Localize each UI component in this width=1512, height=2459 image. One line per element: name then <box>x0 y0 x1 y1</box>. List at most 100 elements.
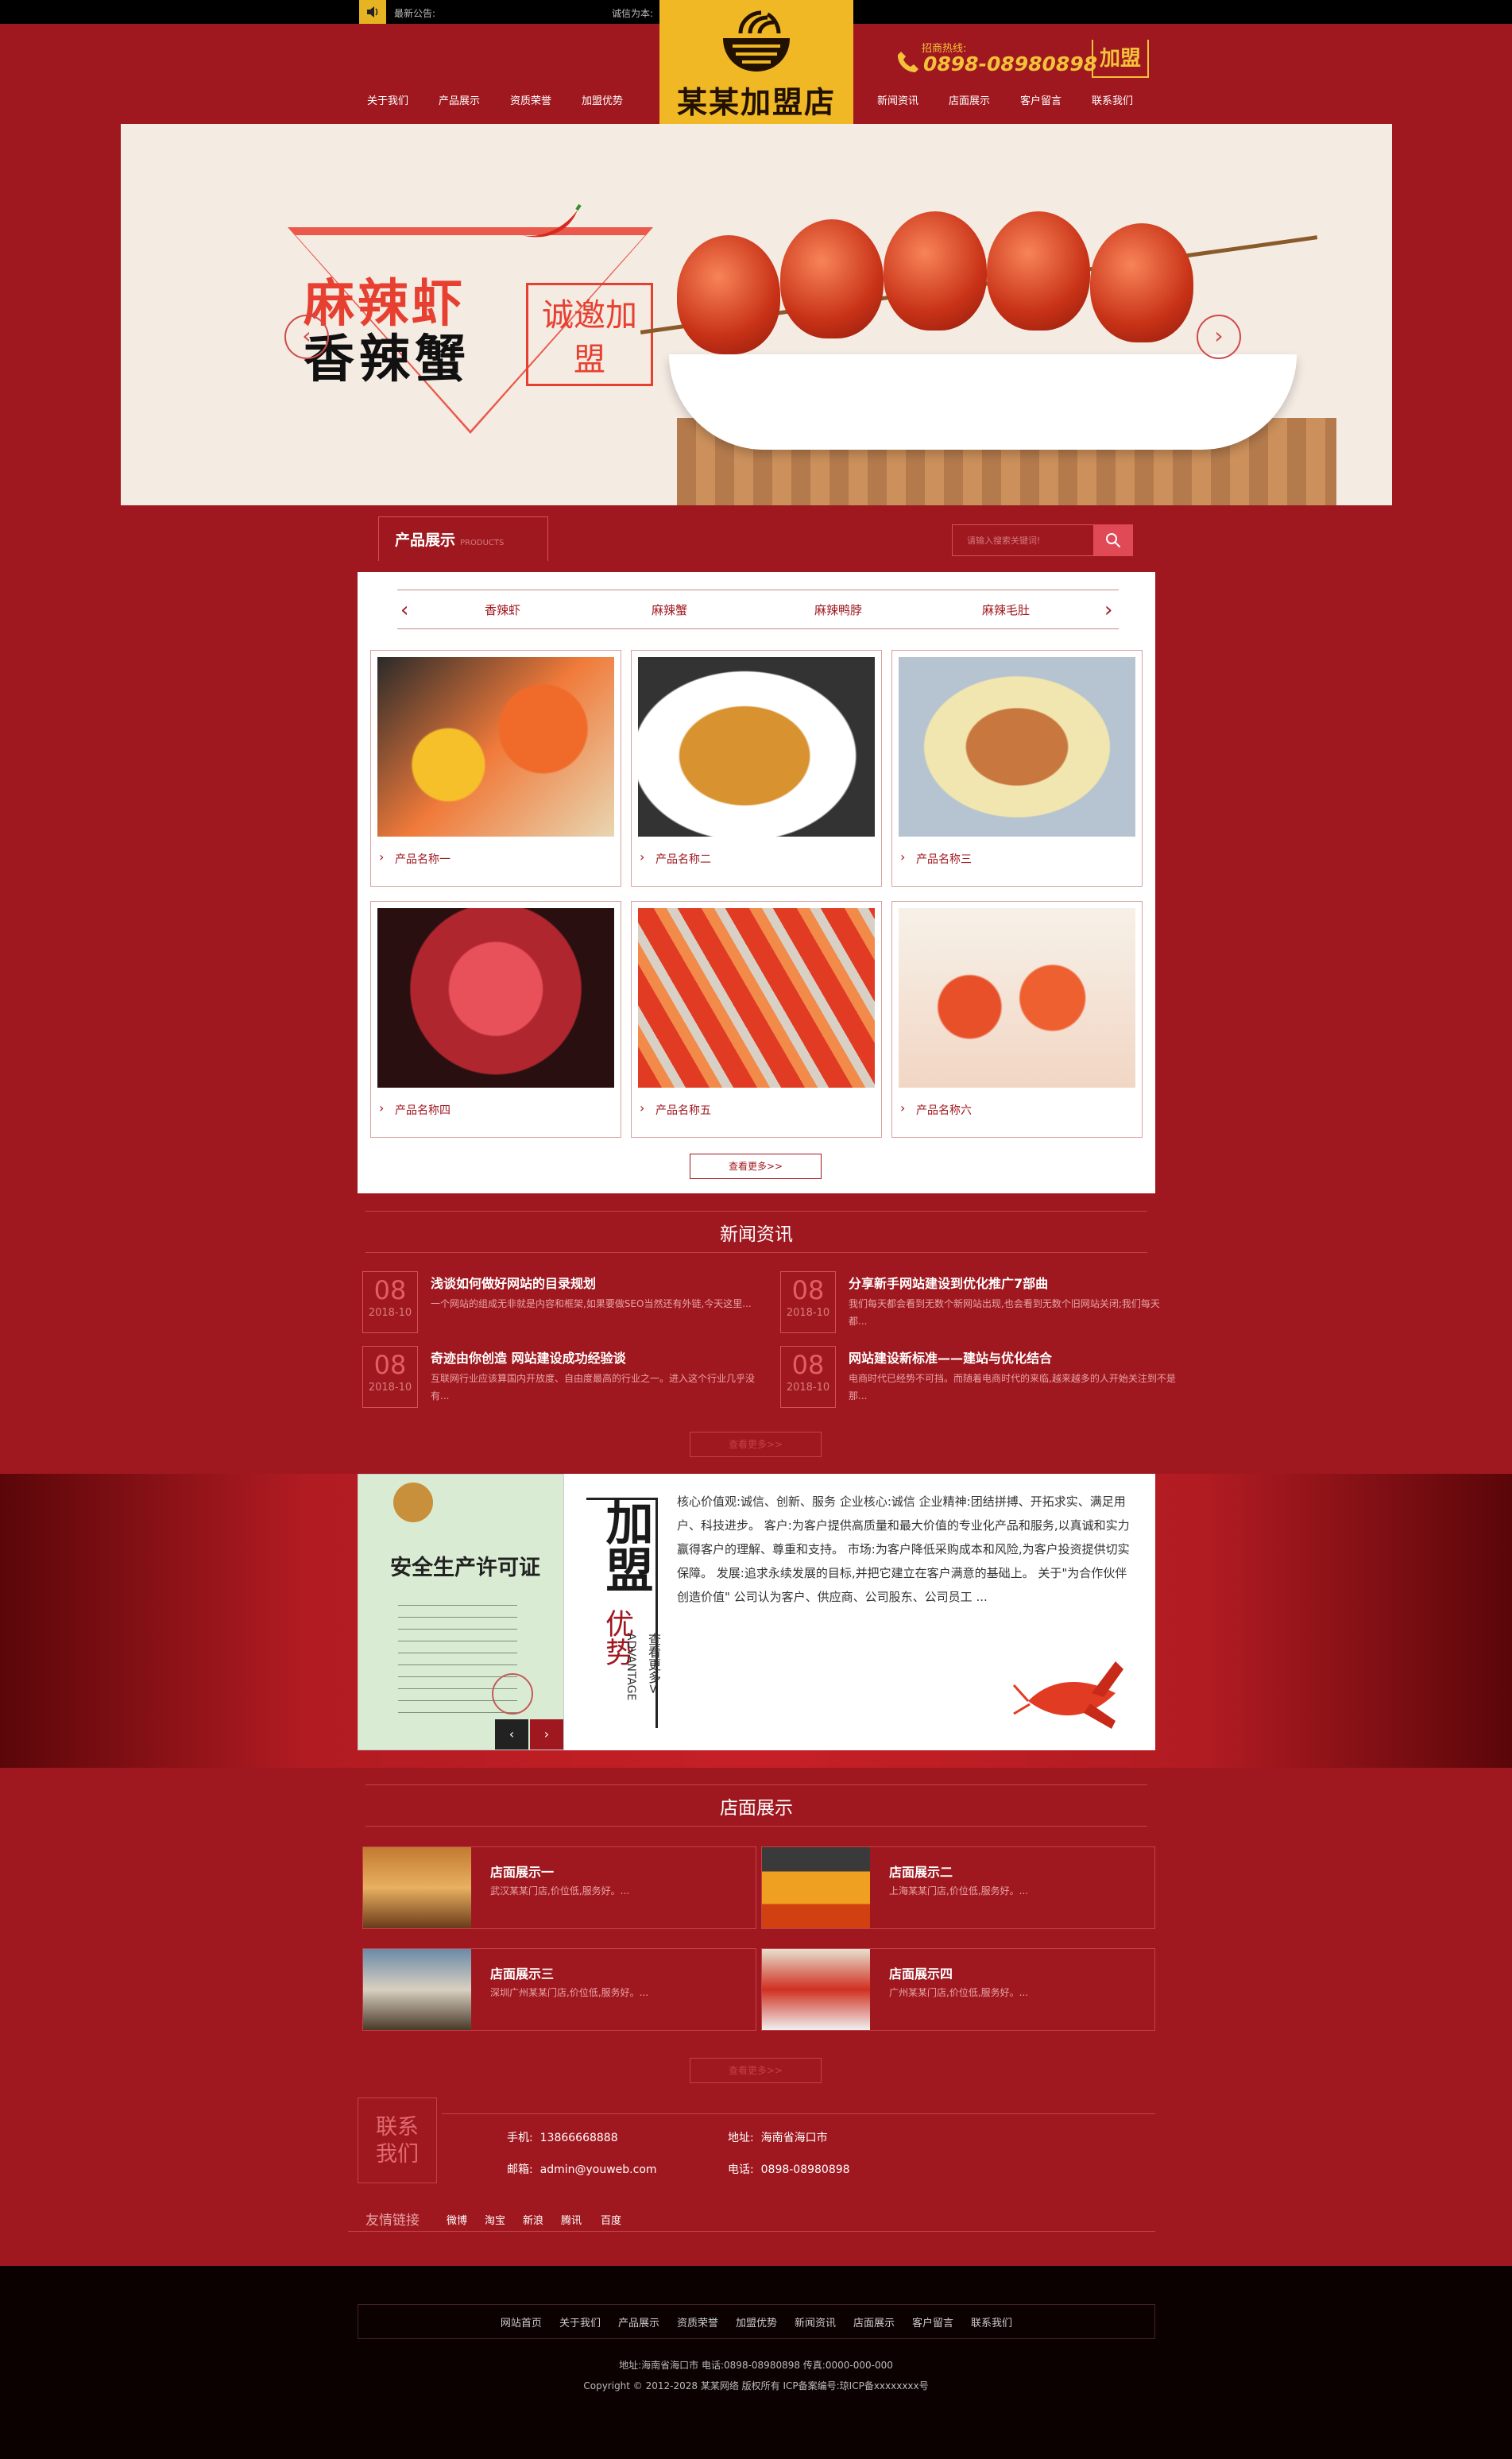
news-more-button[interactable]: 查看更多>> <box>690 1432 822 1457</box>
store-title[interactable]: 店面展示三 <box>490 1963 554 1982</box>
product-image <box>377 908 614 1088</box>
contact-tel: 电话: 0898-08980898 <box>728 2163 850 2176</box>
footer-link[interactable]: 产品展示 <box>618 2314 659 2329</box>
shrimp-image <box>884 211 987 331</box>
nav-item-messages[interactable]: 客户留言 <box>1020 92 1061 107</box>
news-desc: 电商时代已经势不可挡。而随着电商时代的来临,越来越多的人开始关注到不是那... <box>849 1373 1176 1402</box>
news-desc: 一个网站的组成无非就是内容和框架,如果要做SEO当然还有外链,今天这里... <box>431 1298 752 1309</box>
nav-item-products[interactable]: 产品展示 <box>439 92 480 107</box>
footer-copyright: Copyright © 2012-2028 某某网络 版权所有 ICP备案编号:… <box>583 2380 929 2391</box>
products-title: 产品展示 PRODUCTS <box>378 516 548 561</box>
store-title[interactable]: 店面展示一 <box>490 1862 554 1881</box>
contact-title: 联系 我们 <box>358 2097 437 2183</box>
nav-item-about[interactable]: 关于我们 <box>367 92 408 107</box>
store-title[interactable]: 店面展示四 <box>889 1963 953 1982</box>
friend-link[interactable]: 百度 <box>601 2212 621 2227</box>
license-title: 安全生产许可证 <box>390 1556 540 1580</box>
tab-shrimp[interactable]: 香辣虾 <box>485 601 520 618</box>
banner-next-button[interactable]: › <box>1197 315 1241 359</box>
friend-link[interactable]: 新浪 <box>523 2212 543 2227</box>
advantage-en: ADVANTAGE <box>625 1633 637 1701</box>
tab-next-icon[interactable]: › <box>1104 598 1112 622</box>
news-item[interactable]: 08 2018-10 浅谈如何做好网站的目录规划 一个网站的组成无非就是内容和框架… <box>362 1271 760 1335</box>
banner-invite: 诚邀加盟 <box>526 283 653 386</box>
product-image <box>638 657 875 837</box>
friend-link[interactable]: 腾讯 <box>561 2212 582 2227</box>
news-title: 新闻资讯 <box>720 1224 793 1245</box>
tab-tripe[interactable]: 麻辣毛肚 <box>982 601 1030 618</box>
logo-text: 某某加盟店 <box>676 85 836 120</box>
store-desc: 上海某某门店,价位低,服务好。... <box>889 1885 1029 1896</box>
friend-links-title: 友情链接 <box>365 2213 420 2229</box>
footer-link[interactable]: 联系我们 <box>971 2314 1012 2329</box>
nav-item-contact[interactable]: 联系我们 <box>1092 92 1133 107</box>
footer-link[interactable]: 新闻资讯 <box>795 2314 836 2329</box>
product-name: 产品名称三 <box>916 853 972 866</box>
footer-link[interactable]: 关于我们 <box>559 2314 601 2329</box>
tab-crab[interactable]: 麻辣蟹 <box>652 601 687 618</box>
phone-icon <box>897 52 918 72</box>
stores-title: 店面展示 <box>720 1798 793 1819</box>
product-card[interactable]: › 产品名称一 <box>370 650 621 887</box>
license-next-button[interactable]: › <box>530 1719 563 1750</box>
footer-link[interactable]: 店面展示 <box>853 2314 895 2329</box>
chevron-right-icon: › <box>640 1100 645 1115</box>
nav-item-advantage[interactable]: 加盟优势 <box>582 92 623 107</box>
store-card[interactable]: 店面展示四 广州某某门店,价位低,服务好。... <box>761 1948 1155 2031</box>
nav-item-news[interactable]: 新闻资讯 <box>877 92 918 107</box>
store-image <box>762 1949 870 2030</box>
footer-link[interactable]: 客户留言 <box>912 2314 953 2329</box>
advantage-title: 加盟 <box>597 1498 653 1593</box>
news-item[interactable]: 08 2018-10 网站建设新标准——建站与优化结合 电商时代已经势不可挡。而随… <box>780 1346 1178 1409</box>
nav-item-honors[interactable]: 资质荣誉 <box>510 92 551 107</box>
license-prev-button[interactable]: ‹ <box>495 1719 528 1750</box>
footer-link[interactable]: 资质荣誉 <box>677 2314 718 2329</box>
news-title-text[interactable]: 浅谈如何做好网站的目录规划 <box>431 1273 596 1292</box>
notice-label: 最新公告: <box>394 8 436 19</box>
join-badge[interactable]: 加盟 <box>1092 40 1149 78</box>
footer-link[interactable]: 加盟优势 <box>736 2314 777 2329</box>
store-card[interactable]: 店面展示一 武汉某某门店,价位低,服务好。... <box>362 1846 756 1929</box>
store-card[interactable]: 店面展示三 深圳广州某某门店,价位低,服务好。... <box>362 1948 756 2031</box>
tab-prev-icon[interactable]: ‹ <box>400 598 408 622</box>
product-card[interactable]: › 产品名称五 <box>631 901 882 1138</box>
store-desc: 广州某某门店,价位低,服务好。... <box>889 1987 1029 1998</box>
search-button[interactable] <box>1093 524 1133 556</box>
contact-email: 邮箱: admin@youweb.com <box>507 2163 657 2176</box>
store-desc: 武汉某某门店,价位低,服务好。... <box>490 1885 630 1896</box>
footer-info: 地址:海南省海口市 电话:0898-08980898 传真:0000-000-0… <box>619 2360 893 2371</box>
speaker-icon <box>359 0 386 24</box>
news-item[interactable]: 08 2018-10 分享新手网站建设到优化推广7部曲 我们每天都会看到无数个新网… <box>780 1271 1178 1335</box>
product-card[interactable]: › 产品名称三 <box>891 650 1143 887</box>
product-card[interactable]: › 产品名称四 <box>370 901 621 1138</box>
store-title[interactable]: 店面展示二 <box>889 1862 953 1881</box>
news-title-text[interactable]: 分享新手网站建设到优化推广7部曲 <box>849 1273 1048 1292</box>
products-more-button[interactable]: 查看更多>> <box>690 1154 822 1179</box>
slogan-label: 诚信为本: <box>612 8 654 19</box>
news-item[interactable]: 08 2018-10 奇迹由你创造 网站建设成功经验谈 互联网行业应该算国内开放度… <box>362 1346 760 1409</box>
friend-link[interactable]: 微博 <box>447 2212 467 2227</box>
chevron-right-icon: › <box>379 849 385 864</box>
product-name: 产品名称六 <box>916 1104 972 1117</box>
banner-prev-button[interactable]: ‹ <box>284 315 329 359</box>
tab-duck-neck[interactable]: 麻辣鸭脖 <box>814 601 862 618</box>
advantage-more-link[interactable]: 查看更多> <box>644 1633 663 1694</box>
emblem-icon <box>393 1483 433 1522</box>
shrimp-image <box>987 211 1090 331</box>
footer-link[interactable]: 网站首页 <box>501 2314 542 2329</box>
stores-more-button[interactable]: 查看更多>> <box>690 2058 822 2083</box>
shrimp-image <box>780 219 884 338</box>
news-desc: 我们每天都会看到无数个新网站出现,也会看到无数个旧网站关闭;我们每天都... <box>849 1298 1160 1327</box>
news-date: 08 2018-10 <box>362 1271 418 1333</box>
news-title-text[interactable]: 奇迹由你创造 网站建设成功经验谈 <box>431 1347 626 1367</box>
product-card[interactable]: › 产品名称二 <box>631 650 882 887</box>
shrimp-image <box>1090 223 1193 342</box>
friend-link[interactable]: 淘宝 <box>485 2212 505 2227</box>
news-title-text[interactable]: 网站建设新标准——建站与优化结合 <box>849 1347 1052 1367</box>
product-name: 产品名称五 <box>655 1104 711 1117</box>
nav-item-stores[interactable]: 店面展示 <box>949 92 990 107</box>
advantage-panel: 加盟 优势 ADVANTAGE 查看更多> 核心价值观:诚信、创新、服务 企业核… <box>564 1474 1155 1750</box>
chevron-right-icon: › <box>379 1100 385 1115</box>
product-card[interactable]: › 产品名称六 <box>891 901 1143 1138</box>
store-card[interactable]: 店面展示二 上海某某门店,价位低,服务好。... <box>761 1846 1155 1929</box>
